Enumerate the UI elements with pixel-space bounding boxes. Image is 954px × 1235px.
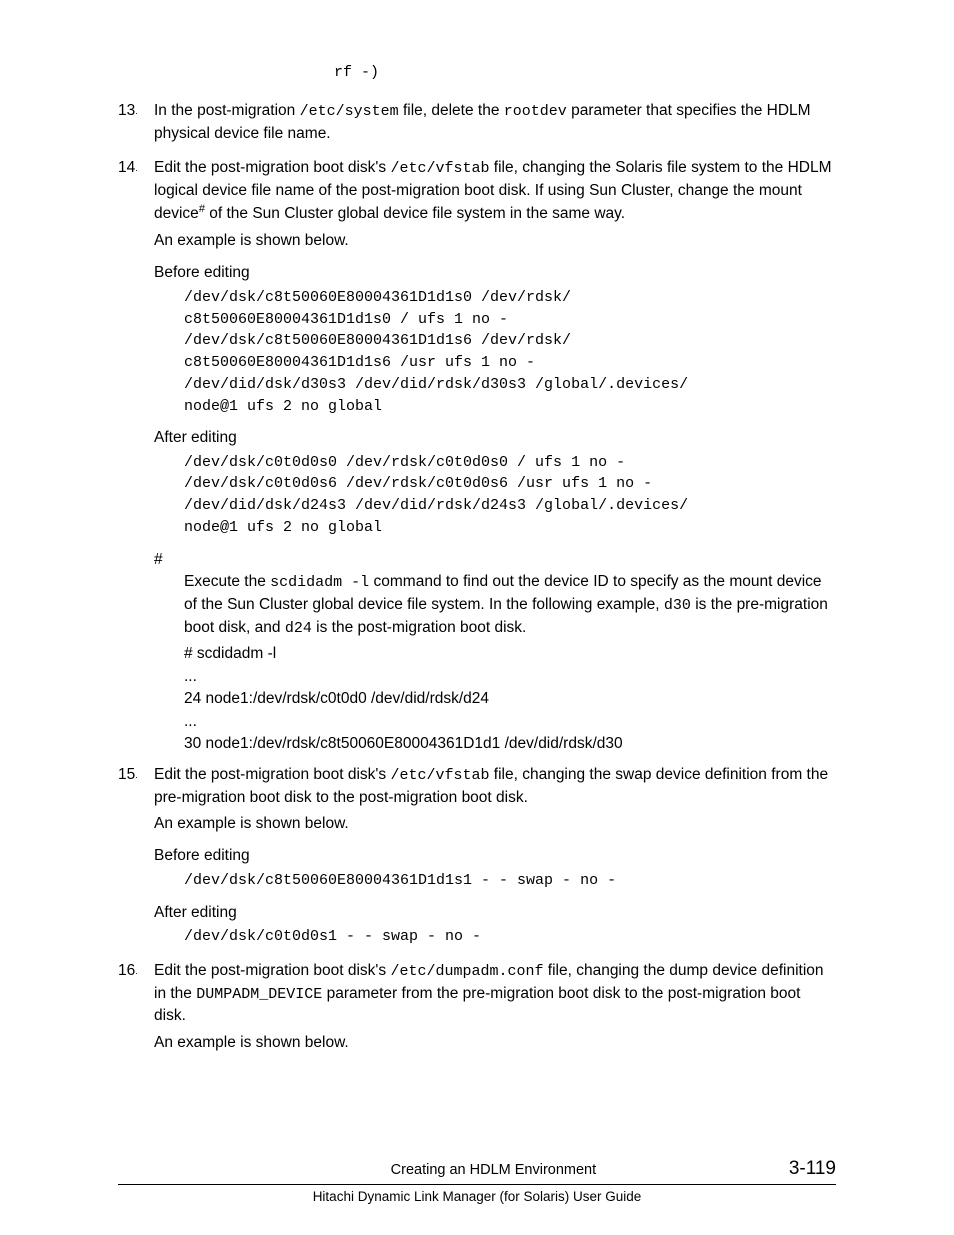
before-editing-label: Before editing	[154, 262, 836, 284]
code-line: 24 node1:/dev/rdsk/c0t0d0 /dev/did/rdsk/…	[184, 688, 836, 710]
footer-title: Creating an HDLM Environment	[198, 1160, 789, 1181]
step-body: Edit the post-migration boot disk's /etc…	[154, 960, 836, 1058]
footer-page-number: 3-119	[789, 1155, 836, 1183]
code-fragment: rf -)	[334, 62, 836, 84]
step-number: 16.	[118, 960, 150, 1058]
after-editing-label: After editing	[154, 902, 836, 924]
after-editing-label: After editing	[154, 427, 836, 449]
before-editing-block: /dev/dsk/c8t50060E80004361D1d1s1 - - swa…	[184, 870, 836, 892]
hash-section: # Execute the scdidadm -l command to fin…	[154, 549, 836, 756]
step-text: Edit the post-migration boot disk's /etc…	[154, 157, 836, 226]
code-line: node@1 ufs 2 no global	[184, 396, 836, 418]
step-text: In the post-migration /etc/system file, …	[154, 100, 836, 145]
hash-code-block: # scdidadm -l...24 node1:/dev/rdsk/c0t0d…	[184, 643, 836, 755]
page-footer: Creating an HDLM Environment 3-119 Hitac…	[118, 1155, 836, 1207]
code-line: /dev/did/dsk/d24s3 /dev/did/rdsk/d24s3 /…	[184, 495, 836, 517]
step-16: 16. Edit the post-migration boot disk's …	[118, 960, 836, 1058]
step-number: 13.	[118, 100, 150, 149]
code-line: ...	[184, 711, 836, 733]
before-editing-block: /dev/dsk/c8t50060E80004361D1d1s0 /dev/rd…	[184, 287, 836, 418]
hash-symbol: #	[154, 549, 836, 571]
after-editing-block: /dev/dsk/c0t0d0s0 /dev/rdsk/c0t0d0s0 / u…	[184, 452, 836, 539]
step-number: 14.	[118, 157, 150, 756]
step-15: 15. Edit the post-migration boot disk's …	[118, 764, 836, 952]
code-line: /dev/dsk/c8t50060E80004361D1d1s0 /dev/rd…	[184, 287, 836, 309]
code-line: 30 node1:/dev/rdsk/c8t50060E80004361D1d1…	[184, 733, 836, 755]
step-13: 13. In the post-migration /etc/system fi…	[118, 100, 836, 149]
step-text: Edit the post-migration boot disk's /etc…	[154, 764, 836, 809]
footer-subtitle: Hitachi Dynamic Link Manager (for Solari…	[118, 1187, 836, 1207]
code-line: c8t50060E80004361D1d1s0 / ufs 1 no -	[184, 309, 836, 331]
code-line: # scdidadm -l	[184, 643, 836, 665]
code-line: c8t50060E80004361D1d1s6 /usr ufs 1 no -	[184, 352, 836, 374]
after-editing-block: /dev/dsk/c0t0d0s1 - - swap - no -	[184, 926, 836, 948]
step-body: Edit the post-migration boot disk's /etc…	[154, 764, 836, 952]
step-14: 14. Edit the post-migration boot disk's …	[118, 157, 836, 756]
code-line: ...	[184, 666, 836, 688]
step-body: In the post-migration /etc/system file, …	[154, 100, 836, 149]
step-number: 15.	[118, 764, 150, 952]
code-line: /dev/dsk/c0t0d0s6 /dev/rdsk/c0t0d0s6 /us…	[184, 473, 836, 495]
before-editing-label: Before editing	[154, 845, 836, 867]
hash-text: Execute the scdidadm -l command to find …	[184, 571, 836, 639]
step-text: Edit the post-migration boot disk's /etc…	[154, 960, 836, 1028]
code-line: /dev/dsk/c0t0d0s1 - - swap - no -	[184, 926, 836, 948]
example-label: An example is shown below.	[154, 813, 836, 835]
code-line: /dev/did/dsk/d30s3 /dev/did/rdsk/d30s3 /…	[184, 374, 836, 396]
example-label: An example is shown below.	[154, 230, 836, 252]
code-line: node@1 ufs 2 no global	[184, 517, 836, 539]
code-line: /dev/dsk/c8t50060E80004361D1d1s6 /dev/rd…	[184, 330, 836, 352]
step-body: Edit the post-migration boot disk's /etc…	[154, 157, 836, 756]
code-line: /dev/dsk/c0t0d0s0 /dev/rdsk/c0t0d0s0 / u…	[184, 452, 836, 474]
example-label: An example is shown below.	[154, 1032, 836, 1054]
code-line: /dev/dsk/c8t50060E80004361D1d1s1 - - swa…	[184, 870, 836, 892]
